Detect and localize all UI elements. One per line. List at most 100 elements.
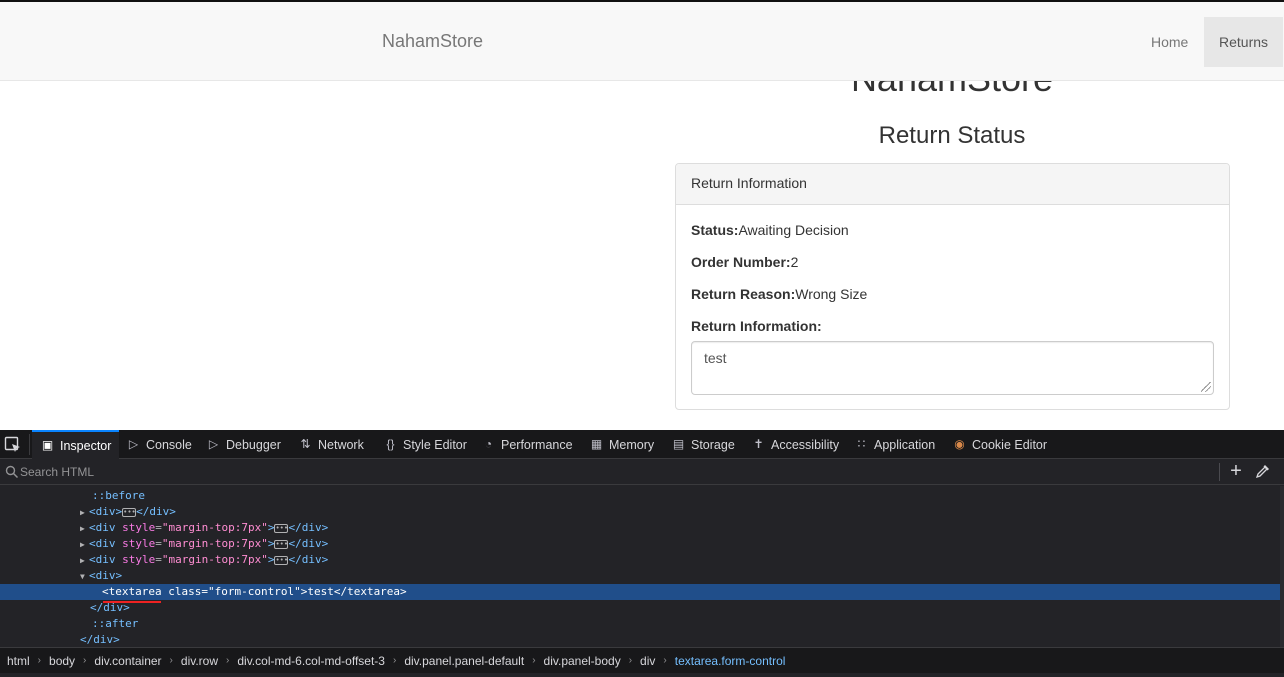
panel-heading: Return Information — [676, 164, 1229, 205]
collapse-arrow-icon[interactable]: ▼ — [80, 569, 89, 585]
attr-value: "margin-top:7px" — [161, 553, 268, 566]
tab-inspector[interactable]: ▣ Inspector — [32, 430, 120, 459]
attr-name: class — [168, 585, 202, 598]
expand-arrow-icon[interactable]: ▶ — [80, 505, 89, 521]
status-value: Awaiting Decision — [738, 222, 849, 238]
return-reason-label: Return Reason: — [691, 286, 796, 302]
attr-value: "margin-top:7px" — [161, 521, 268, 534]
chevron-right-icon: › — [83, 655, 87, 666]
element-picker-icon[interactable] — [4, 436, 22, 454]
tab-performance[interactable]: ◔ Performance — [481, 430, 573, 459]
tab-label: Performance — [501, 437, 573, 452]
breadcrumb-item[interactable]: div.col-md-6.col-md-offset-3 — [237, 654, 385, 668]
tab-debugger[interactable]: ▷ Debugger — [206, 430, 281, 459]
pseudo-before: ::before — [92, 489, 145, 502]
breadcrumb-item[interactable]: div — [640, 654, 655, 668]
tab-label: Storage — [691, 437, 735, 452]
breadcrumb-item[interactable]: body — [49, 654, 75, 668]
add-node-icon[interactable]: + — [1227, 461, 1245, 481]
eyedropper-icon[interactable] — [1255, 463, 1271, 479]
tab-console[interactable]: ▷ Console — [126, 430, 192, 459]
breadcrumb-item-selected[interactable]: textarea.form-control — [675, 654, 786, 668]
tag-open: <textarea — [102, 585, 162, 598]
breadcrumb-item[interactable]: div.panel.panel-default — [404, 654, 524, 668]
accessibility-icon: ✝ — [753, 437, 764, 451]
tab-cookie-editor[interactable]: ◉ Cookie Editor — [952, 430, 1047, 459]
search-icon — [5, 465, 19, 479]
tag-open: <div — [89, 521, 116, 534]
breadcrumb-item[interactable]: div.container — [94, 654, 161, 668]
tab-label: Memory — [609, 437, 655, 452]
memory-icon: ▦ — [590, 437, 603, 451]
attr-name: style — [122, 521, 156, 534]
red-underline-annotation — [103, 601, 161, 603]
tab-label: Inspector — [60, 438, 112, 453]
tree-node-div-expanded[interactable]: ▼ <div> — [0, 568, 1280, 584]
tab-label: Application — [874, 437, 936, 452]
tree-node-textarea-selected[interactable]: <textarea class="form-control">test</tex… — [0, 584, 1280, 600]
breadcrumb-item[interactable]: div.panel-body — [544, 654, 621, 668]
return-information-row: Return Information: — [691, 318, 822, 334]
breadcrumb: html › body › div.container › div.row › div.… — [0, 647, 1284, 673]
attr-value: "form-control" — [207, 585, 301, 598]
tree-node-div-close[interactable]: </div> — [0, 632, 1280, 647]
tag-close: </div> — [136, 505, 176, 518]
tab-memory[interactable]: ▦ Memory — [589, 430, 654, 459]
tab-accessibility[interactable]: ✝ Accessibility — [751, 430, 839, 459]
devtools-toolbar: ▣ Inspector ▷ Console ▷ Debugger ⇅ Network {… — [0, 430, 1284, 459]
tab-label: Debugger — [226, 437, 281, 452]
tab-network[interactable]: ⇅ Network — [298, 430, 363, 459]
tree-node-div-margin[interactable]: ▶ <div style="margin-top:7px">•••</div> — [0, 520, 1280, 536]
node-text: test — [307, 585, 334, 598]
status-row: Status:Awaiting Decision — [691, 222, 849, 238]
tab-style-editor[interactable]: {} Style Editor — [383, 430, 467, 459]
nav-returns-link[interactable]: Returns — [1204, 17, 1284, 67]
breadcrumb-item[interactable]: html — [7, 654, 30, 668]
tag-close: </div> — [80, 633, 120, 646]
tree-node-before[interactable]: ::before — [0, 488, 1280, 504]
expand-arrow-icon[interactable]: ▶ — [80, 521, 89, 537]
chevron-right-icon: › — [663, 655, 667, 666]
tree-node-div-margin[interactable]: ▶ <div style="margin-top:7px">•••</div> — [0, 552, 1280, 568]
tree-node-after[interactable]: ::after — [0, 616, 1280, 632]
tag-open: <div — [89, 553, 116, 566]
inspector-icon: ▣ — [41, 438, 54, 452]
application-icon: ∷ — [857, 437, 866, 451]
navbar-brand[interactable]: NahamStore — [382, 31, 483, 52]
collapsed-dots-icon[interactable]: ••• — [274, 523, 289, 533]
tree-node-div-close[interactable]: </div> — [0, 600, 1280, 616]
pseudo-after: ::after — [92, 617, 139, 630]
collapsed-dots-icon[interactable]: ••• — [274, 555, 289, 565]
tree-scrollbar[interactable] — [1280, 486, 1284, 647]
tree-node-div-margin[interactable]: ▶ <div style="margin-top:7px">•••</div> — [0, 536, 1280, 552]
expand-arrow-icon[interactable]: ▶ — [80, 537, 89, 553]
return-reason-row: Return Reason:Wrong Size — [691, 286, 867, 302]
performance-icon: ◔ — [484, 437, 493, 451]
tab-label: Cookie Editor — [972, 437, 1048, 452]
console-icon: ▷ — [128, 437, 139, 451]
tree-node-div[interactable]: ▶ <div>•••</div> — [0, 504, 1280, 520]
attr-value: "margin-top:7px" — [161, 537, 268, 550]
tag-close: </div> — [288, 537, 329, 550]
order-number-label: Order Number: — [691, 254, 791, 270]
search-html-input[interactable] — [20, 463, 1210, 481]
tab-application[interactable]: ∷ Application — [854, 430, 935, 459]
order-number-row: Order Number:2 — [691, 254, 798, 270]
toolbar-separator — [29, 434, 30, 455]
tab-label: Style Editor — [403, 437, 467, 452]
search-html-bar: + — [0, 459, 1284, 485]
style-editor-icon: {} — [386, 437, 395, 451]
return-information-textarea[interactable]: test — [691, 341, 1214, 395]
collapsed-dots-icon[interactable]: ••• — [274, 539, 289, 549]
tab-storage[interactable]: ▤ Storage — [671, 430, 735, 459]
tag-close: </textarea> — [333, 585, 407, 598]
chevron-right-icon: › — [628, 655, 633, 666]
resize-grip-icon[interactable] — [1201, 382, 1211, 392]
chevron-right-icon: › — [392, 655, 397, 666]
tag-close: </div> — [288, 553, 329, 566]
collapsed-dots-icon[interactable]: ••• — [122, 507, 137, 517]
nav-home-link[interactable]: Home — [1136, 17, 1203, 67]
expand-arrow-icon[interactable]: ▶ — [80, 553, 89, 569]
chevron-right-icon: › — [532, 655, 536, 666]
breadcrumb-item[interactable]: div.row — [181, 654, 218, 668]
